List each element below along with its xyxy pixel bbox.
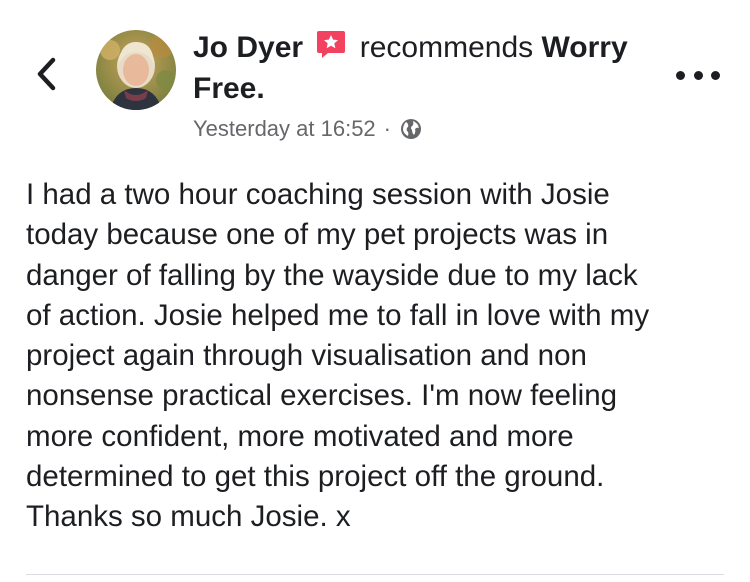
more-options-dot <box>676 70 685 80</box>
chevron-left-icon <box>37 57 56 91</box>
author-profile-photo <box>96 30 176 110</box>
recommend-star-badge-icon <box>315 28 347 70</box>
post-header: Jo Dyer recommends Worry Free. Yesterday… <box>193 28 673 144</box>
recommends-text: recommends <box>359 31 534 64</box>
globe-icon <box>399 117 423 141</box>
more-options-dot <box>711 70 720 80</box>
post-meta: Yesterday at 16:52 · <box>193 114 673 144</box>
post-title: Jo Dyer recommends Worry Free. <box>193 28 673 108</box>
timestamp[interactable]: Yesterday at 16:52 <box>193 114 376 144</box>
more-options-button[interactable] <box>676 66 720 84</box>
meta-separator: · <box>383 116 391 141</box>
back-button[interactable] <box>28 54 64 94</box>
avatar[interactable] <box>96 30 176 110</box>
author-name[interactable]: Jo Dyer <box>193 31 303 64</box>
more-options-dot <box>693 70 703 80</box>
divider <box>26 574 724 575</box>
post-text: I had a two hour coaching session with J… <box>26 178 650 534</box>
